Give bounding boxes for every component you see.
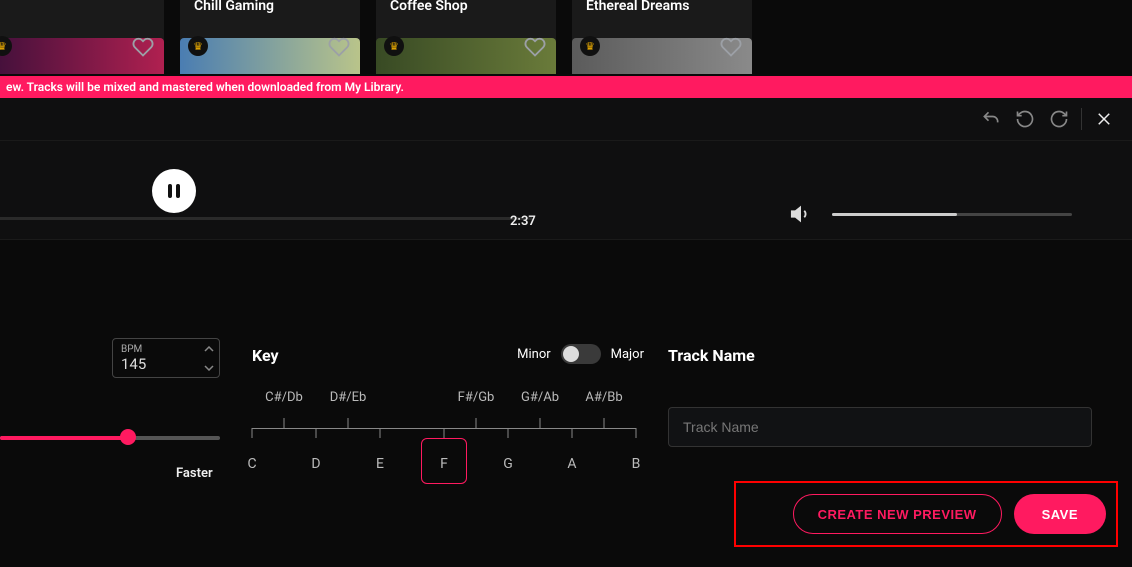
key-tick	[540, 418, 541, 428]
key-tick	[252, 428, 253, 438]
player-bar: 2:37	[0, 140, 1132, 240]
key-major-label: Major	[611, 347, 644, 362]
action-button-highlight: CREATE NEW PREVIEW SAVE	[734, 481, 1118, 547]
pause-icon	[168, 184, 180, 198]
bpm-slider-fill	[0, 436, 128, 440]
crown-icon: ♛	[188, 36, 208, 56]
create-preview-button[interactable]: CREATE NEW PREVIEW	[793, 494, 1002, 534]
key-tick	[284, 418, 285, 428]
track-name-section: Track Name	[668, 346, 1092, 447]
key-title: Key	[252, 346, 279, 365]
editor-controls: BPM 145 Faster Key Minor Major	[0, 260, 1132, 567]
close-icon[interactable]	[1092, 107, 1116, 131]
undo-icon[interactable]	[1013, 107, 1037, 131]
category-card-label: Ethereal Dreams	[586, 0, 689, 14]
category-card[interactable]: Chill Gaming ♛	[180, 0, 360, 74]
key-tick	[572, 428, 573, 438]
bpm-label: BPM	[121, 345, 189, 355]
key-tick	[316, 428, 317, 438]
key-sharp[interactable]: G#/Ab	[521, 390, 559, 405]
playback-timeline[interactable]	[0, 217, 532, 220]
track-name-title: Track Name	[668, 346, 1092, 365]
heart-icon[interactable]	[720, 36, 742, 58]
volume-fill	[832, 213, 957, 216]
editor-header	[0, 98, 1132, 140]
category-card[interactable]: ♛	[0, 0, 164, 74]
key-tick	[636, 428, 637, 438]
key-tick	[348, 418, 349, 428]
header-divider	[1081, 108, 1082, 130]
key-sharp[interactable]: A#/Bb	[585, 390, 622, 405]
key-tick	[444, 428, 445, 438]
playback-time: 2:37	[510, 214, 536, 229]
bpm-faster-label: Faster	[176, 466, 213, 481]
pause-button[interactable]	[152, 169, 196, 213]
bpm-slider-thumb[interactable]	[120, 429, 136, 445]
key-minor-label: Minor	[517, 347, 551, 362]
key-selector[interactable]: CDEFGABC#/DbD#/EbF#/GbG#/AbA#/Bb	[252, 390, 636, 500]
key-natural[interactable]: A	[567, 456, 576, 472]
redo-icon[interactable]	[1047, 107, 1071, 131]
key-natural[interactable]: C	[247, 456, 256, 472]
category-card[interactable]: Coffee Shop ♛	[376, 0, 556, 74]
bpm-slider[interactable]	[0, 428, 220, 446]
heart-icon[interactable]	[524, 36, 546, 58]
bpm-down-icon[interactable]	[198, 358, 219, 377]
key-tick	[380, 428, 381, 438]
key-tick	[508, 428, 509, 438]
key-natural[interactable]: E	[376, 456, 384, 472]
category-card-row: ♛Chill Gaming♛Coffee Shop♛Ethereal Dream…	[0, 0, 1132, 74]
key-tick	[476, 418, 477, 428]
heart-icon[interactable]	[328, 36, 350, 58]
key-tick	[604, 418, 605, 428]
crown-icon: ♛	[384, 36, 404, 56]
crown-icon: ♛	[580, 36, 600, 56]
category-card-label: Coffee Shop	[390, 0, 468, 14]
key-natural[interactable]: D	[311, 456, 320, 472]
key-mode-toggle[interactable]	[561, 344, 601, 364]
info-banner: ew. Tracks will be mixed and mastered wh…	[0, 76, 1132, 98]
key-natural[interactable]: B	[632, 456, 641, 472]
bpm-input[interactable]: BPM 145	[112, 338, 220, 378]
volume-slider[interactable]	[832, 213, 1072, 216]
heart-icon[interactable]	[132, 36, 154, 58]
key-sharp[interactable]: F#/Gb	[458, 390, 495, 405]
bpm-value: 145	[121, 357, 189, 372]
category-card-label: Chill Gaming	[194, 0, 274, 14]
key-natural[interactable]: G	[503, 456, 513, 472]
track-name-input[interactable]	[668, 407, 1092, 447]
save-button[interactable]: SAVE	[1014, 494, 1106, 534]
volume-icon[interactable]	[790, 203, 812, 225]
bpm-up-icon[interactable]	[198, 339, 219, 358]
key-sharp[interactable]: C#/Db	[265, 390, 303, 405]
key-sharp[interactable]: D#/Eb	[330, 390, 367, 405]
revert-icon[interactable]	[979, 107, 1003, 131]
category-card[interactable]: Ethereal Dreams ♛	[572, 0, 752, 74]
key-selected-indicator	[421, 438, 467, 484]
